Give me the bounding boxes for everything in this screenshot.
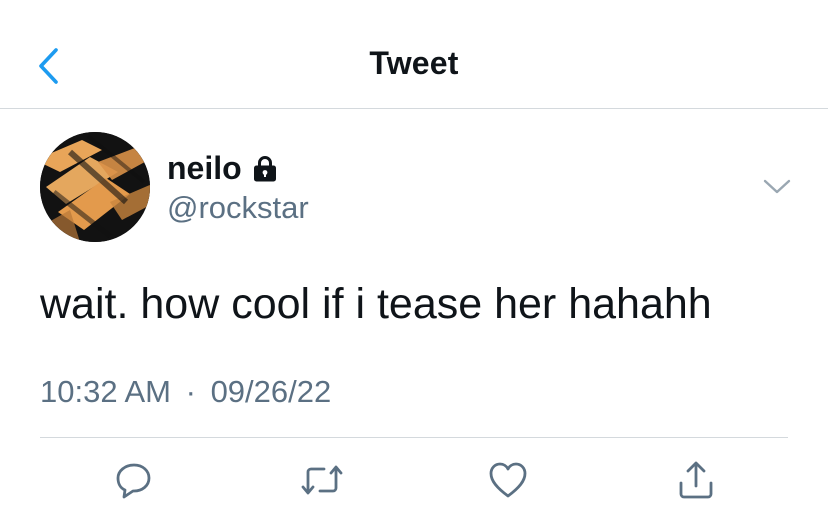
tweet-time: 10:32 AM (40, 374, 171, 409)
avatar[interactable] (40, 132, 150, 242)
retweet-button[interactable] (299, 457, 345, 503)
share-icon (679, 461, 713, 499)
more-options-button[interactable] (758, 172, 796, 202)
share-button[interactable] (673, 457, 719, 503)
tweet-detail-screen: Tweet neilo @rockstar wait. how cool if … (0, 0, 828, 516)
retweet-icon (301, 465, 343, 495)
tweet-timestamp: 10:32 AM · 09/26/22 (40, 374, 331, 410)
tweet-text: wait. how cool if i tease her hahahh (40, 280, 712, 328)
like-button[interactable] (485, 457, 531, 503)
author-handle[interactable]: @rockstar (167, 190, 309, 226)
reply-icon (116, 463, 151, 499)
page-title: Tweet (369, 45, 459, 81)
reply-button[interactable] (111, 457, 157, 503)
author-name-row: neilo (167, 150, 280, 187)
chevron-down-icon (763, 179, 791, 194)
header-divider (0, 108, 828, 109)
meta-separator: · (185, 374, 196, 409)
tweet-date: 09/26/22 (210, 374, 332, 409)
author-name[interactable]: neilo (167, 150, 242, 187)
top-nav-bar: Tweet (0, 0, 828, 109)
lock-icon (250, 154, 280, 184)
heart-icon (489, 462, 527, 498)
actions-divider (40, 437, 788, 438)
action-bar (0, 455, 828, 505)
avatar-image (40, 132, 150, 242)
